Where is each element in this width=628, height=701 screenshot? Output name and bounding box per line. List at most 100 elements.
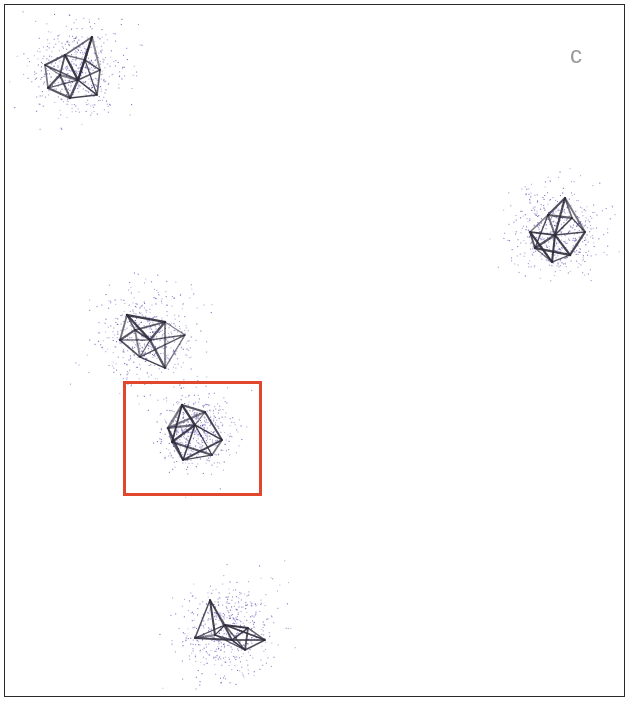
data-point [242,653,244,655]
data-point [234,621,236,623]
data-point [596,214,598,216]
data-point [139,345,141,347]
data-point [215,648,217,650]
data-point [559,265,561,267]
data-point [145,311,147,313]
data-point [197,608,199,610]
data-point [174,341,176,343]
data-point [165,361,167,363]
data-point [220,612,222,614]
data-point [539,277,541,279]
data-point [126,378,128,380]
data-point [102,58,104,60]
data-point [152,354,154,356]
data-point [526,226,528,228]
data-point [126,47,128,49]
data-point [223,616,225,618]
data-point [84,47,86,49]
data-point [48,90,50,92]
data-point [240,599,242,601]
data-point [150,364,152,366]
data-point [115,60,117,62]
data-point [178,627,180,629]
data-point [214,650,216,652]
data-point [129,282,131,284]
data-point [149,312,151,314]
data-point [161,317,163,319]
data-point [236,616,238,618]
data-point [593,242,595,244]
data-point [515,233,517,235]
data-point [70,70,72,72]
data-point [75,362,77,364]
data-point [148,320,150,322]
data-point [565,242,567,244]
data-point [85,49,87,51]
data-point [219,597,221,599]
data-point [139,306,141,308]
data-point [121,314,123,316]
data-point [577,266,579,268]
data-point [561,262,563,264]
data-point [114,299,116,301]
data-point [119,392,121,394]
data-point [160,353,162,355]
data-point [64,79,66,81]
data-point [187,340,189,342]
data-point [103,96,105,98]
data-point [75,53,77,55]
data-point [497,266,499,268]
data-point [146,319,148,321]
data-point [242,633,244,635]
data-point [211,639,213,641]
data-point [582,257,584,259]
data-point [102,73,104,75]
wireframe-edge [564,197,586,233]
data-point [151,304,153,306]
data-point [120,329,122,331]
data-point [592,185,594,187]
data-point [174,363,176,365]
data-point [150,327,152,329]
data-point [108,83,110,85]
data-point [158,368,160,370]
data-point [163,348,165,350]
data-point [570,192,572,194]
data-point [120,299,122,301]
data-point [47,69,49,71]
data-point [587,219,589,221]
data-point [528,236,530,238]
data-point [179,321,181,323]
data-point [249,622,251,624]
data-point [519,253,521,255]
data-point [127,372,129,374]
data-point [100,51,102,53]
data-point [75,36,77,38]
data-point [510,205,512,207]
data-point [161,302,163,304]
wireframe-edge [68,78,80,100]
data-point [134,305,136,307]
data-point [247,664,249,666]
data-point [133,354,135,356]
data-point [508,223,510,225]
data-point [85,90,87,92]
data-point [142,347,144,349]
data-point [592,237,594,239]
data-point [162,687,164,689]
data-point [263,650,265,652]
data-point [234,623,236,625]
data-point [544,181,546,183]
data-point [112,331,114,333]
data-point [88,78,90,80]
data-point [36,50,38,52]
data-point [77,71,79,73]
data-point [127,350,129,352]
data-point [527,221,529,223]
data-point [66,100,68,102]
data-point [583,209,585,211]
data-point [575,253,577,255]
data-point [521,188,523,190]
data-point [121,78,123,80]
data-point [593,246,595,248]
